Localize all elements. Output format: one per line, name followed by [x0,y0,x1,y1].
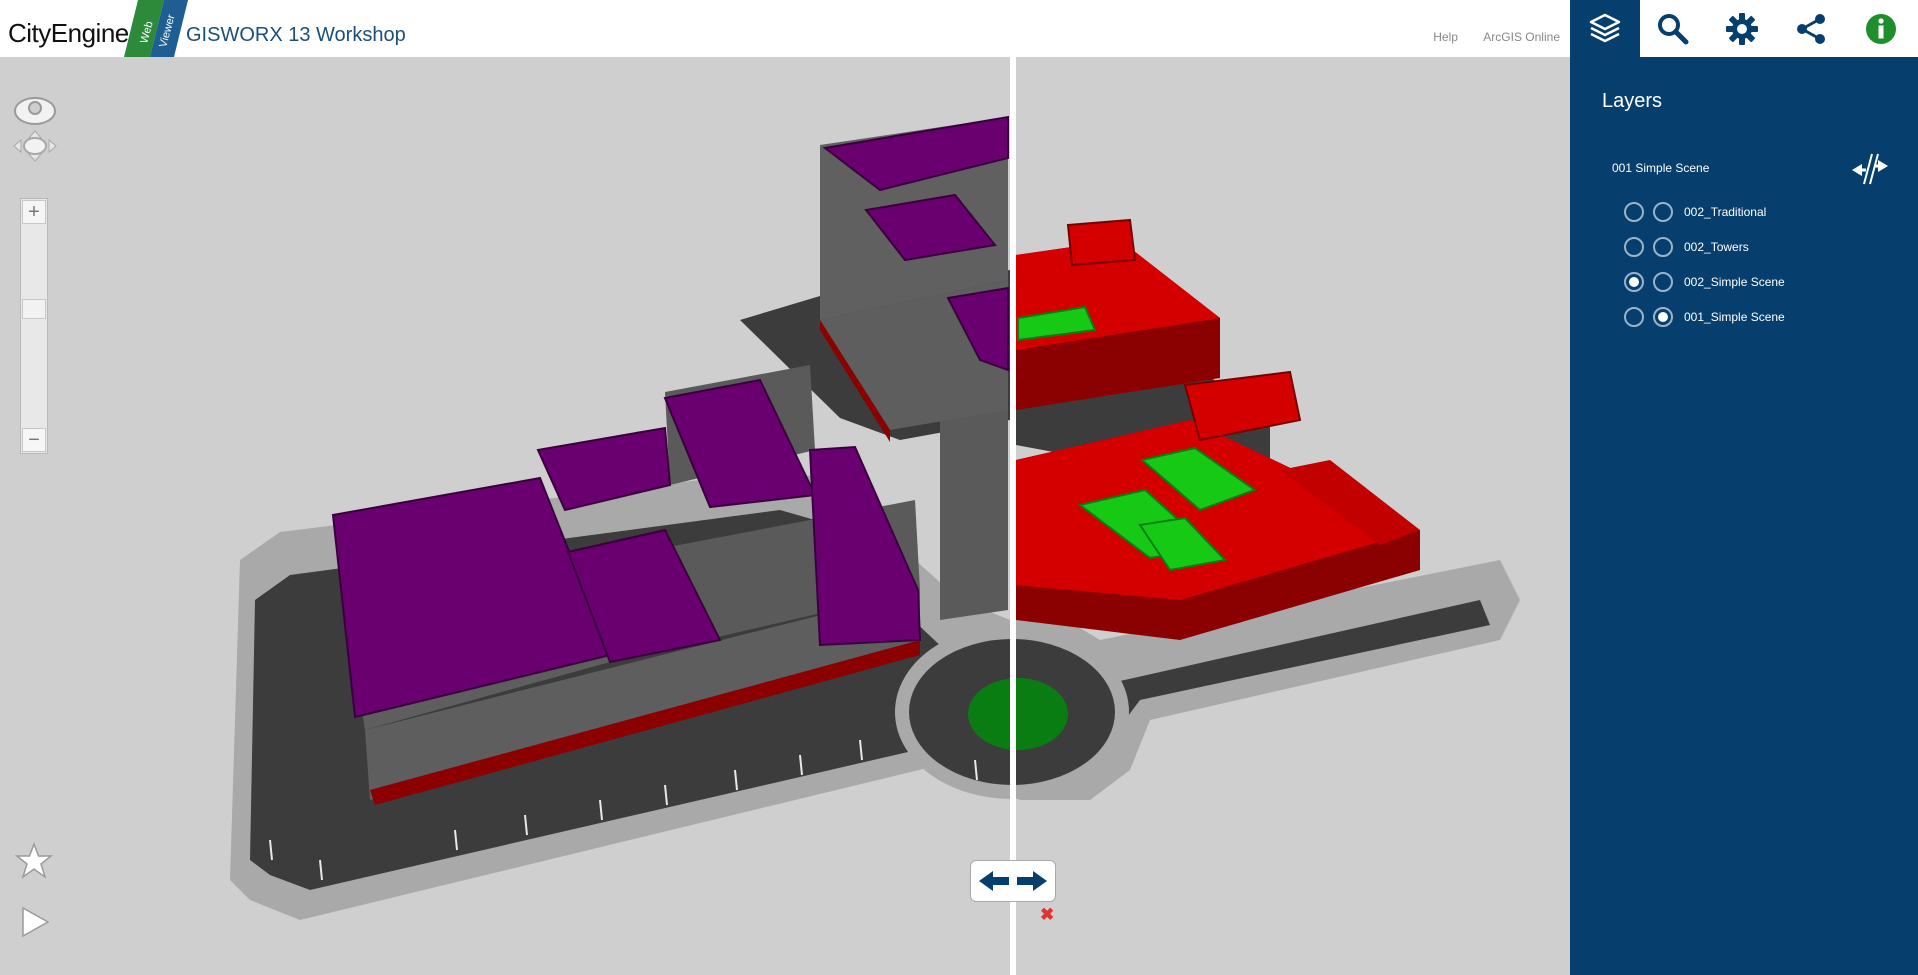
layer-row: 001_Simple Scene [1624,304,1785,330]
layer-label: 002_Towers [1684,240,1749,254]
gear-icon [1726,12,1758,45]
right-view-radio[interactable] [1653,202,1673,222]
info-icon [1866,13,1896,44]
city-scene[interactable] [0,57,1570,975]
swipe-divider[interactable] [1010,57,1016,975]
search-icon [1658,13,1689,44]
web-viewer-badge: Web Viewer [124,0,188,57]
left-view-radio[interactable] [1624,202,1644,222]
close-swipe-icon[interactable]: ✖ [1040,905,1054,925]
share-icon [1797,13,1825,44]
building-red [1066,218,1137,267]
pan-control[interactable] [12,129,58,168]
zoom-in-button[interactable]: + [22,200,46,224]
zoom-out-icon: − [28,428,40,451]
pan-icon [13,130,57,162]
layer-row: 002_Towers [1624,234,1749,260]
layers-icon [1589,13,1621,42]
layer-row: 002_Traditional [1624,199,1766,225]
share-button[interactable] [1776,0,1846,57]
panel-title: Layers [1602,90,1663,112]
layer-label: 001_Simple Scene [1684,310,1785,324]
settings-button[interactable] [1707,0,1777,57]
arcgis-online-link[interactable]: ArcGIS Online [1483,30,1560,44]
zoom-slider[interactable]: + − [20,198,48,454]
left-view-radio[interactable] [1624,237,1644,257]
layer-label: 002_Traditional [1684,205,1767,219]
scene-viewport[interactable]: + − [0,57,1570,975]
header-links: Help ArcGIS Online [1411,30,1560,44]
left-view-radio[interactable] [1624,272,1644,292]
layer-row: 002_Simple Scene [1624,269,1785,295]
app-header: CityEngine Web Viewer GISWORX 13 Worksho… [0,0,1570,58]
play-icon [22,906,50,938]
search-button[interactable] [1638,0,1708,57]
right-view-radio[interactable] [1653,237,1673,257]
page-title: GISWORX 13 Workshop [186,24,406,46]
right-view-radio[interactable] [1653,272,1673,292]
layer-label: 002_Simple Scene [1684,275,1785,289]
app-brand: CityEngine [8,18,129,48]
orbit-icon [14,97,56,125]
help-link[interactable]: Help [1433,30,1458,44]
layers-panel: Layers 001 Simple Scene 002_Traditional … [1570,57,1918,975]
toolbar [1570,0,1918,58]
zoom-in-icon: + [28,200,40,223]
swipe-toggle-button[interactable] [1850,153,1890,190]
layers-button[interactable] [1570,0,1640,57]
info-button[interactable] [1846,0,1916,57]
roundabout-green [968,678,1068,750]
swipe-arrows-icon [979,871,1047,891]
right-view-radio[interactable] [1653,307,1673,327]
zoom-slider-thumb[interactable] [22,299,46,319]
left-view-radio[interactable] [1624,307,1644,327]
play-button[interactable] [18,905,52,944]
swipe-handle[interactable] [970,860,1056,902]
layer-group-label: 001 Simple Scene [1612,161,1710,175]
zoom-out-button[interactable]: − [22,428,46,452]
bookmark-star-icon [14,841,54,879]
orbit-control[interactable] [12,93,58,134]
swipe-compare-icon [1852,153,1888,185]
bookmark-button[interactable] [14,841,54,886]
